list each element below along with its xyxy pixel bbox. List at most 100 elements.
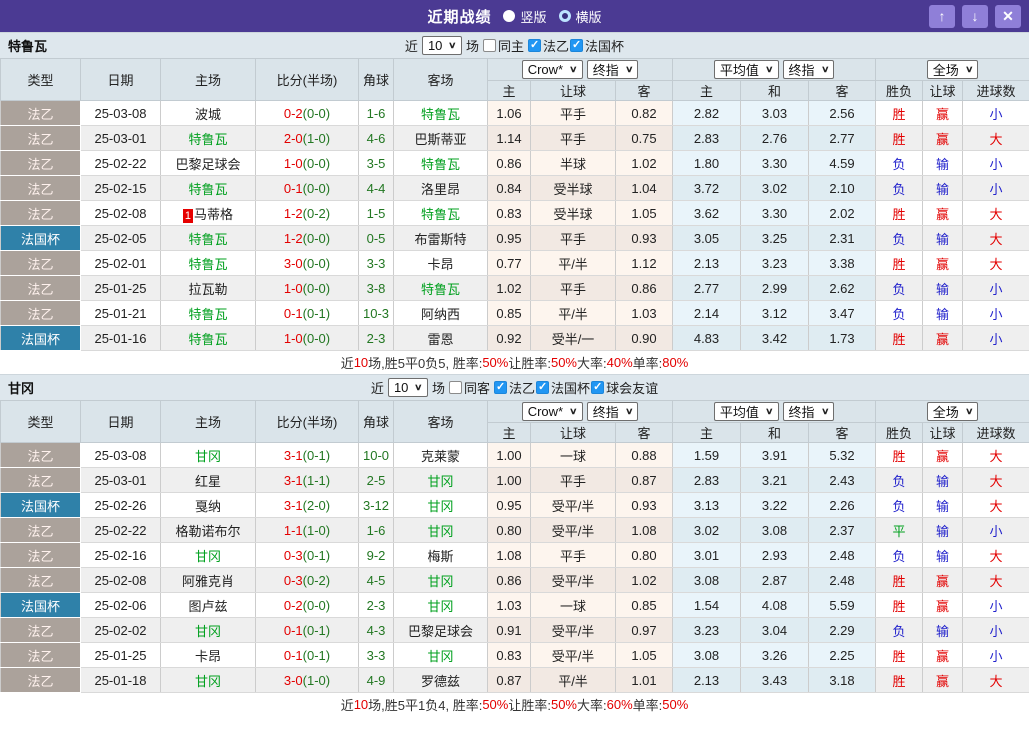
home-odds: 0.92 [488, 326, 531, 351]
league-type: 法乙 [1, 443, 81, 468]
match-date: 25-02-06 [81, 593, 161, 618]
filter-controls: 近 10 ∨ 场 同主 法乙法国杯 [405, 36, 624, 55]
league-filter-checkbox[interactable]: 法国杯 [570, 36, 624, 55]
match-count-value: 10 [394, 380, 408, 395]
col-header-corner: 角球 [359, 59, 394, 101]
result-handicap: 输 [923, 176, 963, 201]
avg-home-odds: 2.82 [673, 101, 741, 126]
odds-source-select[interactable]: Crow*∨ [522, 402, 583, 421]
league-filter-checkbox[interactable]: 法国杯 [536, 378, 590, 397]
odds-stage-select[interactable]: 终指∨ [587, 402, 639, 421]
result-goals: 大 [963, 251, 1029, 276]
home-team-name: 甘冈 [195, 549, 221, 564]
avg-stage-value: 终指 [789, 402, 815, 421]
score: 0-3(0-1) [256, 543, 359, 568]
avg-home-odds: 2.13 [673, 668, 741, 693]
avg-source-select[interactable]: 平均值∨ [714, 60, 779, 79]
home-odds: 0.83 [488, 643, 531, 668]
result-goals: 小 [963, 326, 1029, 351]
avg-home-odds: 2.77 [673, 276, 741, 301]
titlebar-buttons: ↑ ↓ ✕ [929, 5, 1029, 28]
fulltime-score: 0-1 [284, 306, 303, 321]
away-team: 布雷斯特 [394, 226, 488, 251]
away-odds: 0.75 [616, 126, 673, 151]
halftime-score: (1-0) [303, 523, 330, 538]
match-date: 25-02-16 [81, 543, 161, 568]
match-row: 法乙25-02-08阿雅克肖0-3(0-2)4-5甘冈0.86受平/半1.023… [1, 568, 1029, 593]
move-down-button[interactable]: ↓ [962, 5, 988, 28]
result-wdl: 负 [876, 543, 923, 568]
handicap-line: 平手 [531, 126, 616, 151]
home-team: 1马蒂格 [161, 201, 256, 226]
chevron-down-icon: ∨ [965, 406, 974, 417]
avg-source-select[interactable]: 平均值∨ [714, 402, 779, 421]
home-odds: 0.86 [488, 151, 531, 176]
match-row: 法乙25-02-22格勒诺布尔1-1(1-0)1-6甘冈0.80受平/半1.08… [1, 518, 1029, 543]
fulltime-select[interactable]: 全场∨ [927, 60, 979, 79]
league-filter-checkbox[interactable]: 法乙 [494, 378, 535, 397]
league-type: 法国杯 [1, 226, 81, 251]
result-handicap: 输 [923, 276, 963, 301]
score: 1-0(0-0) [256, 326, 359, 351]
home-team: 拉瓦勒 [161, 276, 256, 301]
match-count-select[interactable]: 10 ∨ [388, 378, 428, 397]
close-button[interactable]: ✕ [995, 5, 1021, 28]
league-filter-checkbox[interactable]: 法乙 [528, 36, 569, 55]
match-date: 25-02-05 [81, 226, 161, 251]
same-venue-checkbox[interactable]: 同客 [449, 378, 490, 397]
away-team-name: 梅斯 [427, 549, 453, 564]
fulltime-score: 0-2 [284, 598, 303, 613]
fulltime-score: 3-1 [284, 473, 303, 488]
odds-stage-select[interactable]: 终指∨ [587, 60, 639, 79]
avg-draw-odds: 2.76 [741, 126, 809, 151]
corner-score: 2-5 [359, 468, 394, 493]
sub-header-hcap-result: 让球 [923, 423, 963, 443]
fulltime-score: 1-0 [284, 281, 303, 296]
match-date: 25-03-01 [81, 126, 161, 151]
away-team: 卡昂 [394, 251, 488, 276]
avg-stage-select[interactable]: 终指∨ [783, 60, 835, 79]
away-team-name: 阿纳西 [421, 307, 460, 322]
avg-away-odds: 5.32 [809, 443, 876, 468]
league-type: 法乙 [1, 126, 81, 151]
chevron-down-icon: ∨ [414, 382, 423, 393]
league-filter-label: 法国杯 [551, 378, 590, 397]
avg-draw-odds: 3.25 [741, 226, 809, 251]
avg-home-odds: 2.83 [673, 126, 741, 151]
avg-home-odds: 3.23 [673, 618, 741, 643]
handicap-line: 受平/半 [531, 493, 616, 518]
avg-home-odds: 4.83 [673, 326, 741, 351]
league-type: 法乙 [1, 151, 81, 176]
home-team-name: 格勒诺布尔 [175, 524, 240, 539]
summary-segment: 50% [482, 355, 508, 370]
away-team-name: 特鲁瓦 [421, 157, 460, 172]
result-wdl: 负 [876, 468, 923, 493]
odds-source-select[interactable]: Crow*∨ [522, 60, 583, 79]
away-odds: 1.08 [616, 518, 673, 543]
corner-score: 1-5 [359, 201, 394, 226]
avg-stage-select[interactable]: 终指∨ [783, 402, 835, 421]
league-filter-checkbox[interactable]: 球会友谊 [591, 378, 658, 397]
handicap-line: 受平/半 [531, 643, 616, 668]
home-team-name: 戛纳 [195, 499, 221, 514]
corner-score: 0-5 [359, 226, 394, 251]
away-team-name: 巴黎足球会 [408, 624, 473, 639]
match-count-select[interactable]: 10 ∨ [422, 36, 462, 55]
same-venue-checkbox[interactable]: 同主 [483, 36, 524, 55]
match-date: 25-03-01 [81, 468, 161, 493]
fulltime-select[interactable]: 全场∨ [927, 402, 979, 421]
away-odds: 1.04 [616, 176, 673, 201]
col-header-score: 比分(半场) [256, 401, 359, 443]
rank-badge: 1 [183, 209, 193, 223]
result-handicap: 输 [923, 468, 963, 493]
layout-horizontal-radio[interactable]: 横版 [559, 7, 602, 26]
layout-vertical-radio[interactable]: 竖版 [503, 7, 546, 26]
summary-segment: 50% [551, 355, 577, 370]
fulltime-value: 全场 [933, 60, 959, 79]
score: 1-2(0-0) [256, 226, 359, 251]
halftime-score: (0-1) [303, 306, 330, 321]
sub-header-hcap-result: 让球 [923, 81, 963, 101]
move-up-button[interactable]: ↑ [929, 5, 955, 28]
result-wdl: 胜 [876, 443, 923, 468]
home-team-name: 甘冈 [195, 449, 221, 464]
